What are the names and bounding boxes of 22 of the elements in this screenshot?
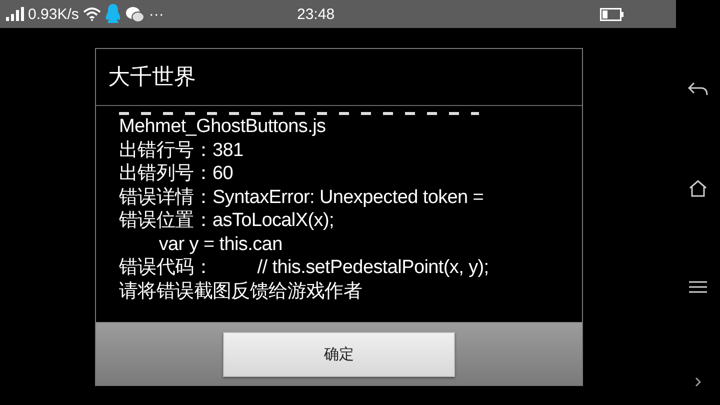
chat-icon [124,6,145,22]
battery-icon [600,8,624,20]
chevron-icon[interactable] [695,377,701,387]
error-text-line: 错误详情：SyntaxError: Unexpected token = [119,186,485,209]
error-text-line: 请将错误截图反馈给游戏作者 [119,280,364,303]
error-text-line: Mehmet_GhostButtons.js [119,115,327,138]
error-text-line: 出错列号：60 [119,162,234,186]
error-text-line: 错误代码： // this.setPedestalPoint(x, y); [119,256,490,280]
error-text-line: 出错行号：381 [119,138,244,162]
signal-icon [6,7,24,21]
dialog-title: 大千世界 [96,49,582,106]
confirm-button[interactable]: 确定 [223,332,455,376]
home-icon[interactable] [689,180,707,197]
clock: 23:48 [297,6,335,23]
wifi-icon [82,7,101,21]
more-indicator: ··· [148,6,164,22]
menu-icon[interactable] [689,281,707,293]
error-text-line: var y = this.can [158,232,284,256]
penguin-icon [104,4,121,24]
error-text-line: 错误位置：asToLocalX(x); [119,209,335,232]
network-speed: 0.93K/s [28,6,79,22]
back-icon[interactable] [688,82,708,96]
